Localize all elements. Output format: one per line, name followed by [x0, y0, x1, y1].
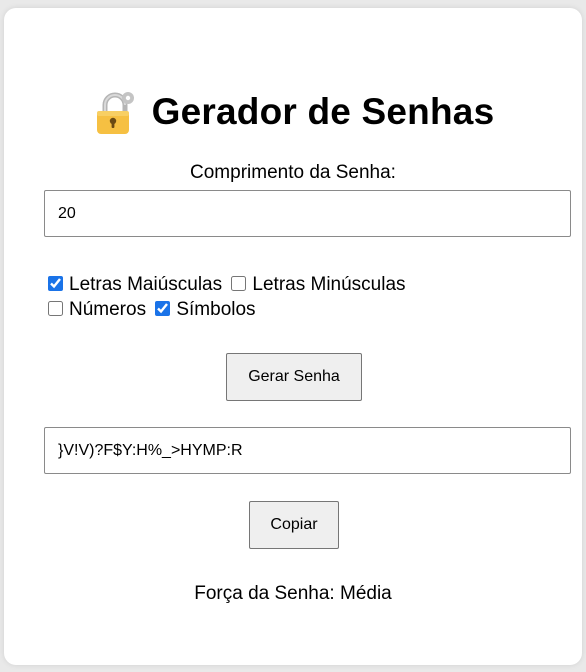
title-row: Gerador de Senhas — [4, 86, 582, 138]
symbols-label: Símbolos — [176, 299, 256, 320]
password-output-field[interactable] — [44, 427, 571, 474]
length-input[interactable] — [44, 190, 571, 237]
uppercase-checkbox[interactable] — [48, 276, 63, 291]
option-uppercase: Letras Maiúsculas — [44, 274, 222, 295]
numbers-label: Números — [69, 299, 147, 320]
length-label: Comprimento da Senha: — [190, 162, 396, 183]
option-numbers: Números — [44, 299, 146, 320]
generate-password-button[interactable]: Gerar Senha — [226, 353, 362, 401]
lowercase-label: Letras Minúsculas — [252, 274, 406, 295]
uppercase-label: Letras Maiúsculas — [69, 274, 223, 295]
lock-icon — [96, 92, 134, 134]
password-strength-text: Força da Senha: Média — [194, 583, 392, 604]
page-title: Gerador de Senhas — [151, 91, 495, 132]
lowercase-checkbox[interactable] — [231, 276, 247, 291]
numbers-checkbox[interactable] — [48, 301, 63, 316]
generator-card: Gerador de Senhas Comprimento da Senha: … — [4, 8, 582, 665]
symbols-checkbox[interactable] — [155, 301, 171, 316]
option-symbols: Símbolos — [151, 299, 256, 320]
option-lowercase: Letras Minúsculas — [227, 274, 406, 295]
options-group: Letras Maiúsculas Letras Minúsculas Núme… — [44, 272, 484, 322]
copy-button[interactable]: Copiar — [249, 501, 339, 549]
